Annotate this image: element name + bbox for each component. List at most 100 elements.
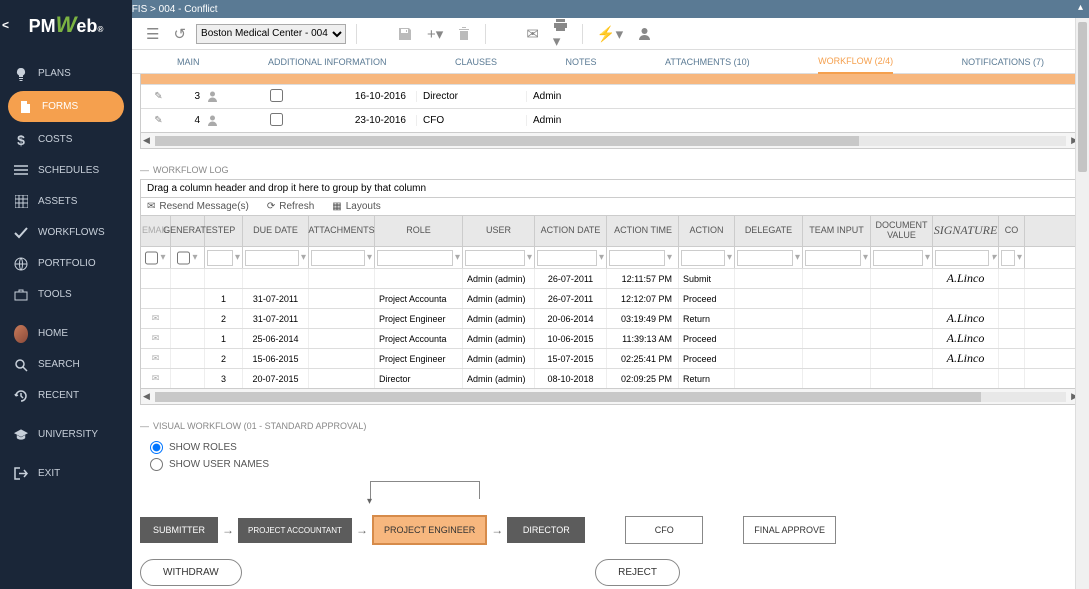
col-filter-co[interactable]: ▾ <box>999 247 1025 268</box>
resend-button[interactable]: ✉ Resend Message(s) <box>147 201 249 212</box>
cell-ti: 11:39:13 AM <box>607 329 679 348</box>
col-header-dv[interactable]: DOCUMENT VALUE <box>871 216 933 246</box>
col-filter-sg[interactable]: ▾ <box>933 247 999 268</box>
v-scrollbar[interactable] <box>1075 18 1089 589</box>
print-icon[interactable]: ▾ <box>549 17 572 50</box>
tab-additional-information[interactable]: ADDITIONAL INFORMATION <box>268 51 387 73</box>
collapse-icon[interactable]: ▴ <box>1078 2 1083 13</box>
globe-icon <box>14 257 28 271</box>
record-selector[interactable]: Boston Medical Center - 004 - Confl <box>196 24 346 44</box>
edit-icon[interactable]: ✎ <box>141 115 176 126</box>
add-icon[interactable]: +▾ <box>423 25 447 43</box>
sidebar-item-assets[interactable]: ASSETS <box>0 186 132 217</box>
sidebar-item-plans[interactable]: PLANS <box>0 58 132 89</box>
cell-ad: 26-07-2011 <box>535 289 607 308</box>
cell-at <box>309 369 375 388</box>
log-toolbar: ✉ Resend Message(s) ⟳ Refresh ▦ Layouts <box>140 198 1081 216</box>
wf-node-pe[interactable]: PROJECT ENGINEER <box>372 515 487 545</box>
col-header-tp[interactable]: TEAM INPUT <box>803 216 871 246</box>
sidebar-item-home[interactable]: HOME <box>0 318 132 349</box>
delete-icon[interactable] <box>453 27 475 41</box>
sidebar-item-search[interactable]: SEARCH <box>0 349 132 380</box>
col-filter-dl[interactable]: ▾ <box>735 247 803 268</box>
cell-tp <box>803 289 871 308</box>
layouts-button[interactable]: ▦ Layouts <box>332 201 380 212</box>
tab-main[interactable]: MAIN <box>177 51 200 73</box>
sidebar-item-recent[interactable]: RECENT <box>0 380 132 411</box>
col-filter-us[interactable]: ▾ <box>463 247 535 268</box>
wf-node-director[interactable]: DIRECTOR <box>507 517 585 543</box>
cell-ac: Return <box>679 369 735 388</box>
breadcrumb-bar: i (Portfolio) > Forms > RFIS > 004 - Con… <box>0 0 1089 18</box>
cell-co <box>999 349 1025 368</box>
col-filter-rl[interactable]: ▾ <box>375 247 463 268</box>
arrow-icon: → <box>218 523 238 537</box>
cell-ti: 03:19:49 PM <box>607 309 679 328</box>
col-header-st[interactable]: STEP <box>205 216 243 246</box>
mail-icon[interactable]: ✉ <box>522 25 543 43</box>
col-filter-dd[interactable]: ▾ <box>243 247 309 268</box>
col-filter-gn[interactable]: ▾ <box>171 247 205 268</box>
col-filter-dv[interactable]: ▾ <box>871 247 933 268</box>
cell-sg: A.Linco <box>933 349 999 368</box>
col-header-dl[interactable]: DELEGATE <box>735 216 803 246</box>
cell-at <box>309 329 375 348</box>
withdraw-button[interactable]: WITHDRAW <box>140 559 242 586</box>
sidebar-item-forms[interactable]: FORMS <box>8 91 124 122</box>
tab-notes[interactable]: NOTES <box>566 51 597 73</box>
sidebar-item-exit[interactable]: EXIT <box>0 458 132 489</box>
col-header-sg[interactable]: SIGNATURE <box>933 216 999 246</box>
col-filter-tp[interactable]: ▾ <box>803 247 871 268</box>
cell-dv <box>871 289 933 308</box>
col-filter-ad[interactable]: ▾ <box>535 247 607 268</box>
save-icon[interactable] <box>393 26 417 42</box>
wf-node-cfo[interactable]: CFO <box>625 516 703 544</box>
recent-icon <box>14 389 28 403</box>
tab-workflow-[interactable]: WORKFLOW (2/4) <box>818 50 893 74</box>
wf-node-final[interactable]: FINAL APPROVE <box>743 516 836 544</box>
sidebar-item-schedules[interactable]: SCHEDULES <box>0 155 132 186</box>
col-filter-em[interactable]: ▾ <box>141 247 171 268</box>
back-chevron-icon[interactable]: < <box>2 18 9 32</box>
search-icon <box>14 358 28 372</box>
sidebar-item-workflows[interactable]: WORKFLOWS <box>0 217 132 248</box>
list-view-icon[interactable]: ☰ <box>142 25 163 43</box>
col-header-at[interactable]: ATTACHMENTS <box>309 216 375 246</box>
tab-attachments-[interactable]: ATTACHMENTS (10) <box>665 51 750 73</box>
tab-notifications-[interactable]: NOTIFICATIONS (7) <box>962 51 1044 73</box>
col-header-rl[interactable]: ROLE <box>375 216 463 246</box>
sidebar-item-university[interactable]: UNIVERSITY <box>0 419 132 450</box>
col-header-dd[interactable]: DUE DATE <box>243 216 309 246</box>
checkbox[interactable] <box>246 113 306 129</box>
action-icon[interactable]: ⚡▾ <box>593 25 627 43</box>
history-icon[interactable]: ↺ <box>169 25 190 43</box>
group-drop-area[interactable]: Drag a column header and drop it here to… <box>140 179 1081 198</box>
edit-icon[interactable]: ✎ <box>141 91 176 102</box>
sidebar-item-portfolio[interactable]: PORTFOLIO <box>0 248 132 279</box>
h-scrollbar[interactable]: ◀▶ <box>140 133 1081 149</box>
sidebar-item-tools[interactable]: TOOLS <box>0 279 132 310</box>
wf-node-pa[interactable]: PROJECT ACCOUNTANT <box>238 518 352 543</box>
col-header-ac[interactable]: ACTION <box>679 216 735 246</box>
show-users-radio[interactable]: SHOW USER NAMES <box>150 458 1081 471</box>
col-header-co[interactable]: CO <box>999 216 1025 246</box>
col-header-ti[interactable]: ACTION TIME <box>607 216 679 246</box>
col-filter-st[interactable]: ▾ <box>205 247 243 268</box>
wf-node-submitter[interactable]: SUBMITTER <box>140 517 218 543</box>
user-icon[interactable] <box>633 26 656 41</box>
person-icon <box>206 114 246 127</box>
col-filter-at[interactable]: ▾ <box>309 247 375 268</box>
reject-button[interactable]: REJECT <box>595 559 680 586</box>
col-filter-ti[interactable]: ▾ <box>607 247 679 268</box>
cell-at <box>309 269 375 288</box>
grid-h-scrollbar[interactable]: ◀▶ <box>140 389 1081 405</box>
sidebar-item-costs[interactable]: $COSTS <box>0 124 132 155</box>
tab-clauses[interactable]: CLAUSES <box>455 51 497 73</box>
checkbox[interactable] <box>246 89 306 105</box>
col-header-ad[interactable]: ACTION DATE <box>535 216 607 246</box>
col-header-us[interactable]: USER <box>463 216 535 246</box>
col-header-gn[interactable]: GENERATE <box>171 216 205 246</box>
show-roles-radio[interactable]: SHOW ROLES <box>150 441 1081 454</box>
refresh-button[interactable]: ⟳ Refresh <box>267 201 314 212</box>
col-filter-ac[interactable]: ▾ <box>679 247 735 268</box>
